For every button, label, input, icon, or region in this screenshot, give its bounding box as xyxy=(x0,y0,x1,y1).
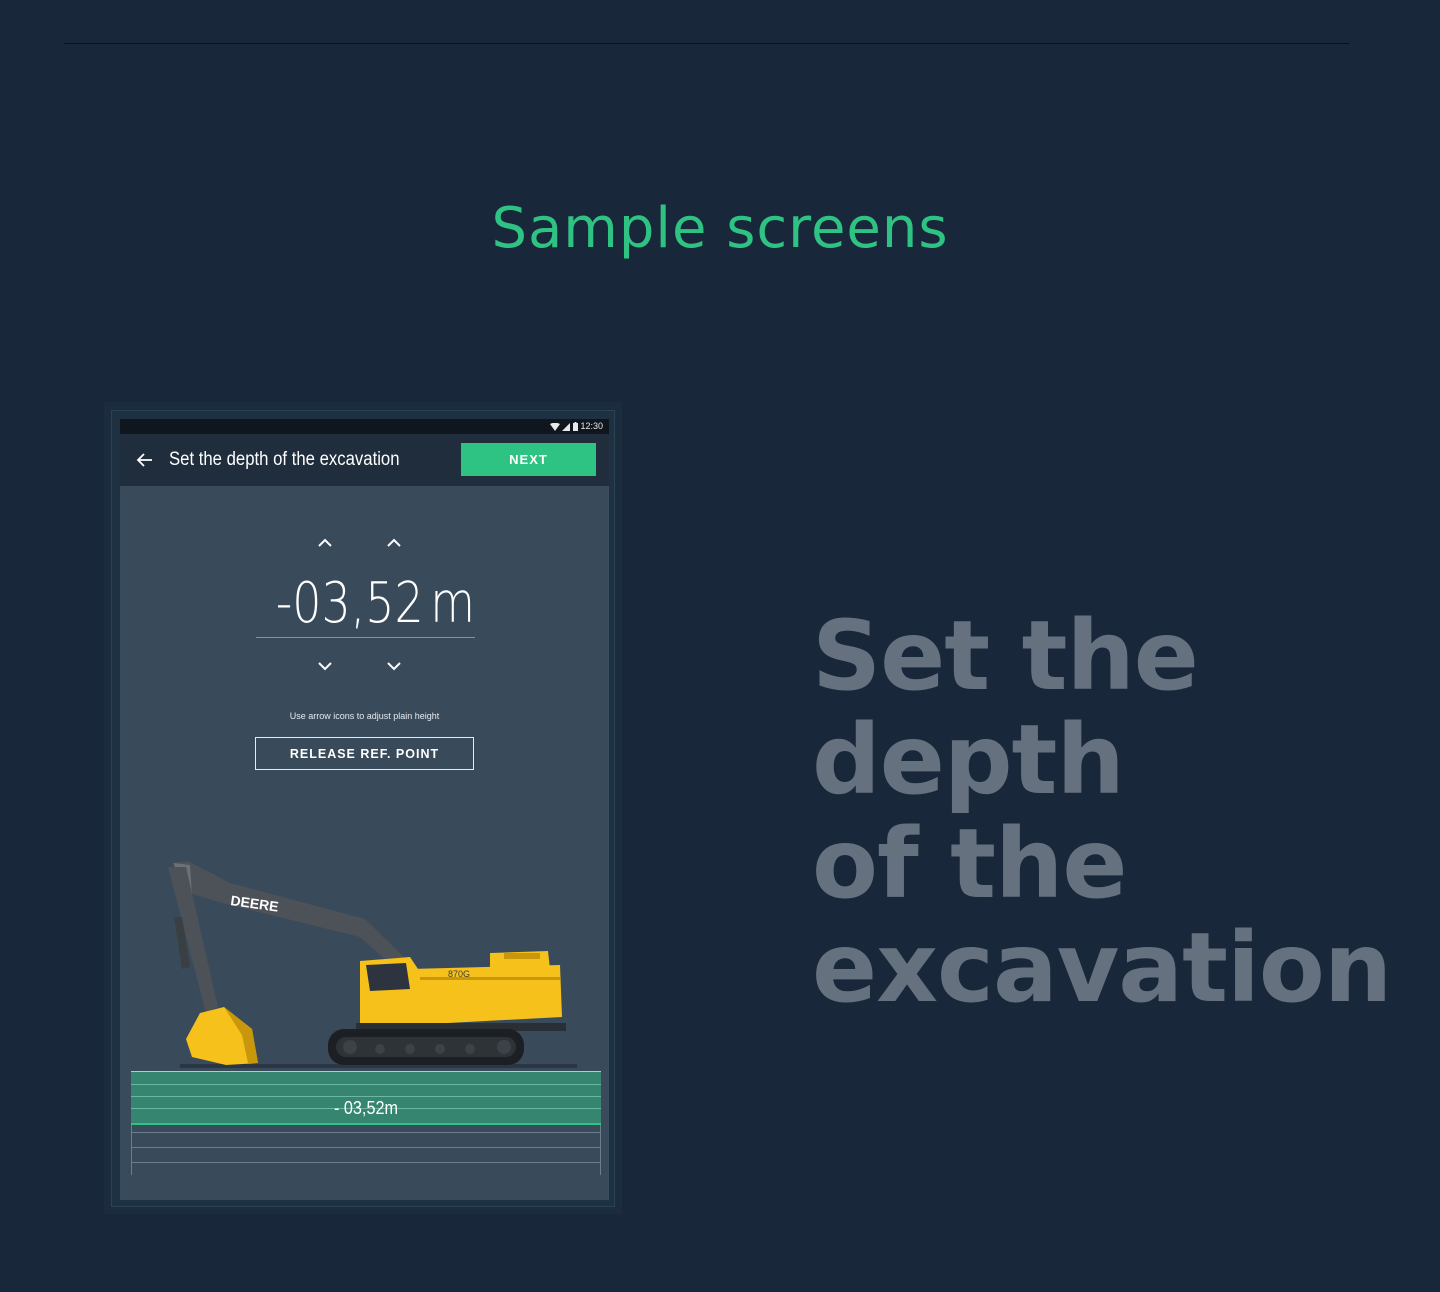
heading-line-1: Set the xyxy=(812,600,1199,712)
status-time: 12:30 xyxy=(580,421,603,431)
chevron-down-icon[interactable] xyxy=(314,659,336,673)
section-title: Sample screens xyxy=(491,196,949,261)
next-button[interactable]: NEXT xyxy=(461,443,596,476)
depth-unit: m xyxy=(430,571,476,636)
hint-text: Use arrow icons to adjust plain height xyxy=(289,711,440,721)
release-ref-point-button[interactable]: RELEASE REF. POINT xyxy=(255,737,474,770)
excavation-depth-band: - 03,52m xyxy=(131,1071,601,1125)
wifi-icon xyxy=(549,422,560,431)
arrow-left-icon[interactable] xyxy=(136,451,154,469)
signal-icon xyxy=(562,422,571,431)
depth-value: -03,52 xyxy=(275,571,424,636)
excavator-illustration: DEERE 870G xyxy=(168,861,577,1068)
ground-depth-visual: - 03,52m xyxy=(131,1071,601,1175)
battery-icon xyxy=(572,422,578,432)
chevron-down-icon[interactable] xyxy=(383,659,405,673)
chevron-up-icon[interactable] xyxy=(314,535,336,549)
heading-line-2: depth xyxy=(812,704,1125,816)
heading-line-3: of the xyxy=(812,808,1127,920)
chevron-up-icon[interactable] xyxy=(383,535,405,549)
phone-screen: 12:30 Set the depth of the excavation NE… xyxy=(120,419,609,1200)
app-bar-title: Set the depth of the excavation xyxy=(169,449,400,470)
depth-value-display[interactable]: -03,52 m xyxy=(275,571,475,636)
top-divider xyxy=(64,43,1349,44)
value-underline xyxy=(256,637,475,638)
heading-line-4: excavation xyxy=(812,912,1392,1024)
app-bar: Set the depth of the excavation NEXT xyxy=(120,434,609,486)
status-icons: 12:30 xyxy=(549,420,603,433)
excavator-model-text: 870G xyxy=(448,969,470,979)
ground-depth-label: - 03,52m xyxy=(334,1098,398,1118)
status-bar: 12:30 xyxy=(120,419,609,434)
feature-heading: Set the depth of the excavation xyxy=(812,604,1422,1020)
